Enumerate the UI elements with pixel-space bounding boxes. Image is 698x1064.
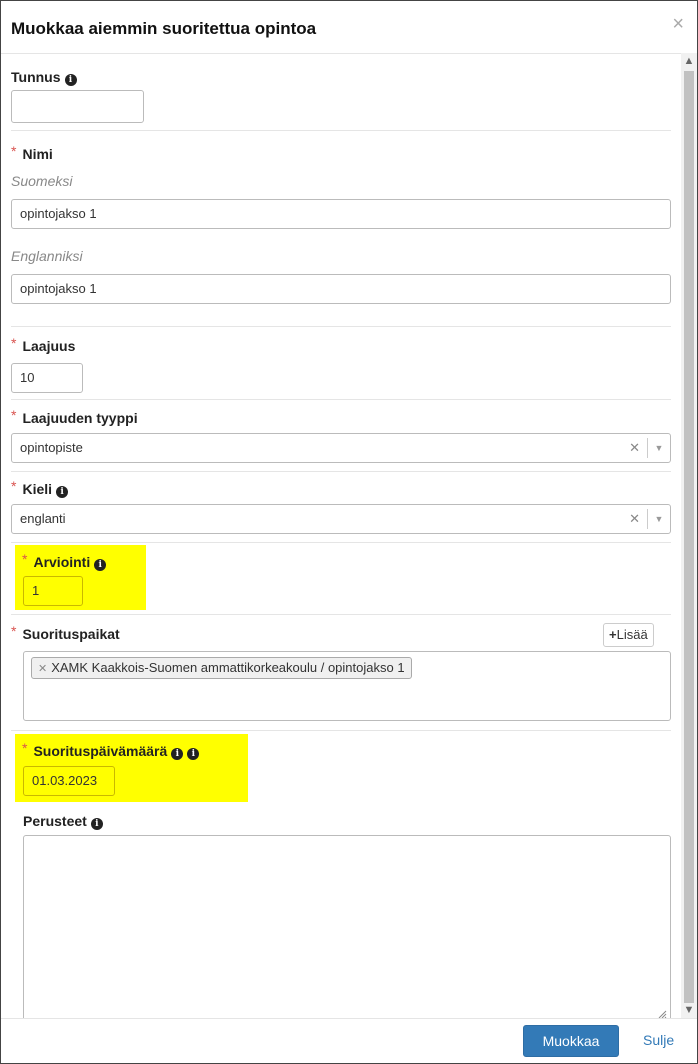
scroll-up-icon[interactable]: ▲ [681, 53, 697, 69]
kieli-value: englanti [20, 511, 66, 526]
arviointi-input[interactable]: 1 [23, 576, 83, 606]
scrollbar[interactable]: ▲ ▼ [681, 53, 697, 1018]
tunnus-input[interactable] [11, 90, 144, 123]
dialog-footer: Muokkaa Sulje [1, 1018, 697, 1063]
clear-icon[interactable]: ✕ [629, 440, 640, 456]
required-marker: * [11, 143, 17, 159]
dialog-title: Muokkaa aiemmin suoritettua opintoa [11, 19, 317, 38]
info-icon[interactable]: i [64, 74, 77, 86]
suorituspaivamaara-label: * Suorituspäivämäärä i i [22, 740, 200, 760]
englanniksi-label: Englanniksi [11, 248, 83, 264]
required-marker: * [11, 623, 17, 639]
tunnus-label: Tunnus i [11, 69, 77, 86]
nimi-label: * Nimi [11, 143, 53, 162]
arviointi-label: * Arviointi i [22, 551, 107, 571]
kieli-label: * Kieli i [11, 478, 69, 498]
suorituspaikka-tag: ✕ XAMK Kaakkois-Suomen ammattikorkeakoulu… [31, 657, 412, 679]
required-marker: * [11, 478, 17, 494]
info-icon[interactable]: i [56, 486, 69, 498]
tag-label: XAMK Kaakkois-Suomen ammattikorkeakoulu … [51, 660, 405, 675]
suomeksi-label: Suomeksi [11, 173, 73, 189]
required-marker: * [11, 335, 17, 351]
divider [11, 326, 671, 327]
nimi-fi-input[interactable]: opintojakso 1 [11, 199, 671, 229]
required-marker: * [22, 551, 28, 567]
perusteet-textarea[interactable] [23, 835, 671, 1018]
divider [11, 614, 671, 615]
required-marker: * [22, 740, 28, 756]
info-icon[interactable]: i [187, 748, 200, 760]
clear-icon[interactable]: ✕ [629, 511, 640, 527]
muokkaa-button[interactable]: Muokkaa [523, 1025, 619, 1057]
perusteet-label: Perusteet i [23, 813, 103, 830]
dropdown-arrow-icon[interactable]: ▼ [647, 509, 670, 529]
info-icon[interactable]: i [94, 559, 107, 571]
divider [11, 542, 671, 543]
divider [11, 399, 671, 400]
laajuuden-tyyppi-label: * Laajuuden tyyppi [11, 407, 138, 426]
laajuuden-tyyppi-value: opintopiste [20, 440, 83, 455]
scrollbar-thumb[interactable] [684, 71, 694, 1003]
add-button[interactable]: +Lisää [603, 623, 654, 647]
info-icon[interactable]: i [171, 748, 184, 760]
divider [11, 730, 671, 731]
sulje-button[interactable]: Sulje [643, 1032, 674, 1048]
remove-tag-icon[interactable]: ✕ [38, 663, 47, 675]
dialog-body: Tunnus i * Nimi Suomeksi opintojakso 1 Eng… [1, 53, 681, 1018]
kieli-select[interactable]: englanti ✕ ▼ [11, 504, 671, 534]
scroll-down-icon[interactable]: ▼ [681, 1002, 697, 1018]
add-button-label: Lisää [616, 627, 648, 642]
divider [11, 130, 671, 131]
nimi-en-input[interactable]: opintojakso 1 [11, 274, 671, 304]
required-marker: * [11, 407, 17, 423]
divider [11, 471, 671, 472]
edit-previous-study-dialog: Muokkaa aiemmin suoritettua opintoa × Tu… [0, 0, 698, 1064]
resize-grip-icon[interactable] [657, 1009, 667, 1018]
laajuus-input[interactable]: 10 [11, 363, 83, 393]
info-icon[interactable]: i [90, 818, 103, 830]
dialog-header: Muokkaa aiemmin suoritettua opintoa × [1, 1, 697, 54]
suorituspaivamaara-input[interactable]: 01.03.2023 [23, 766, 115, 796]
dropdown-arrow-icon[interactable]: ▼ [647, 438, 670, 458]
laajuuden-tyyppi-select[interactable]: opintopiste ✕ ▼ [11, 433, 671, 463]
suorituspaikat-tag-input[interactable]: ✕ XAMK Kaakkois-Suomen ammattikorkeakoulu… [23, 651, 671, 721]
laajuus-label: * Laajuus [11, 335, 76, 354]
suorituspaikat-label: * Suorituspaikat [11, 623, 120, 642]
close-icon[interactable]: × [672, 14, 684, 34]
plus-icon: + [609, 627, 617, 642]
